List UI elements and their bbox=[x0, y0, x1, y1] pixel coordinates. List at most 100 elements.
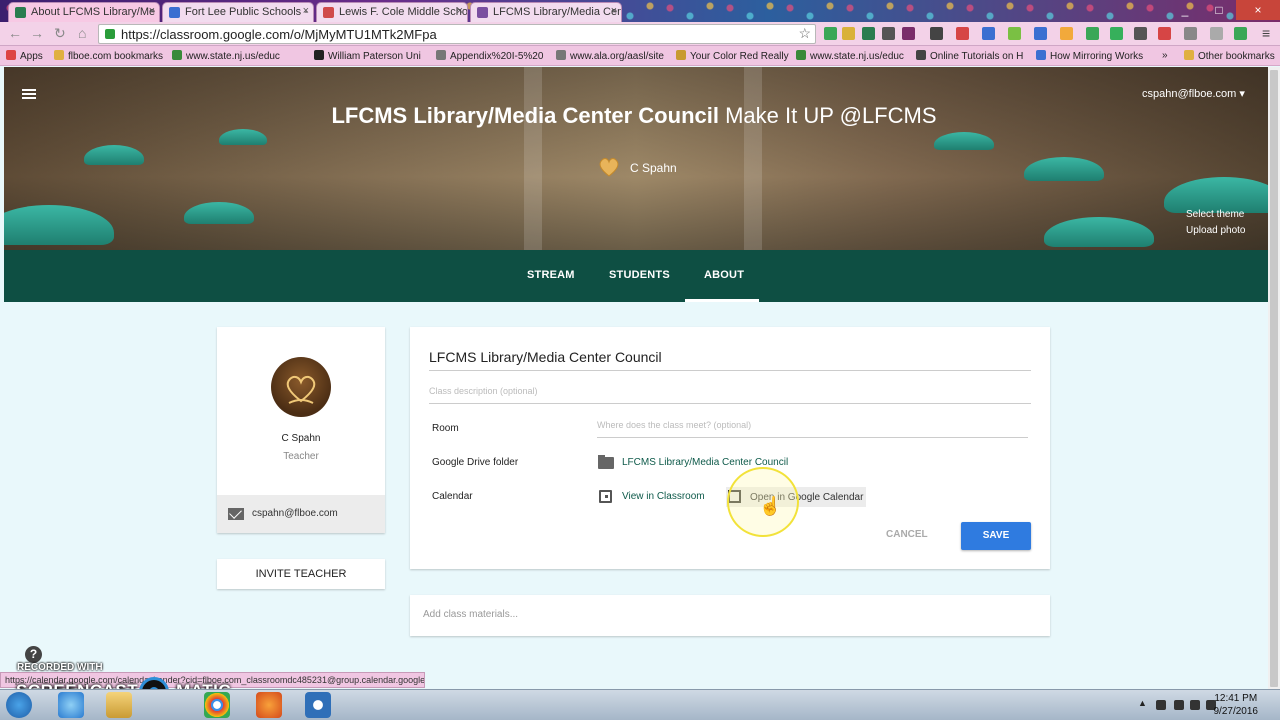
folder-icon bbox=[1184, 50, 1194, 60]
chrome-taskbar-icon[interactable] bbox=[204, 692, 230, 718]
tray-network-icon[interactable] bbox=[1190, 700, 1200, 710]
extension-icon[interactable] bbox=[824, 27, 837, 40]
bookmark-link[interactable]: www.state.nj.us/educ bbox=[172, 50, 280, 62]
browser-tab-fort-lee[interactable]: Fort Lee Public Schools - × bbox=[162, 2, 314, 22]
page-icon bbox=[556, 50, 566, 60]
class-name-field[interactable]: LFCMS Library/Media Center Council bbox=[429, 349, 1031, 371]
bookmark-link[interactable]: Appendix%20I-5%20 bbox=[436, 50, 543, 62]
maximize-button[interactable]: □ bbox=[1202, 0, 1236, 20]
minimize-button[interactable]: _ bbox=[1168, 0, 1202, 20]
file-explorer-icon[interactable] bbox=[106, 692, 132, 718]
profile-email-row[interactable]: cspahn@flboe.com bbox=[217, 495, 385, 533]
bookmark-folder[interactable]: flboe.com bookmarks bbox=[54, 50, 163, 62]
theme-actions: Select theme Upload photo bbox=[1186, 207, 1246, 239]
extension-icon[interactable] bbox=[982, 27, 995, 40]
page-icon bbox=[1036, 50, 1046, 60]
bookmark-link[interactable]: Online Tutorials on H bbox=[916, 50, 1023, 62]
banner-decor bbox=[184, 202, 254, 224]
bookmark-link[interactable]: How Mirroring Works bbox=[1036, 50, 1143, 62]
profile-name: C Spahn bbox=[281, 433, 321, 444]
room-field[interactable]: Where does the class meet? (optional) bbox=[597, 420, 1028, 438]
tab-about[interactable]: ABOUT bbox=[704, 269, 744, 281]
folder-icon bbox=[598, 455, 614, 469]
cancel-button[interactable]: CANCEL bbox=[886, 529, 928, 540]
upload-photo-link[interactable]: Upload photo bbox=[1186, 223, 1246, 239]
tray-flag-icon[interactable] bbox=[1156, 700, 1166, 710]
mail-icon bbox=[228, 508, 244, 520]
start-button-icon[interactable] bbox=[6, 692, 32, 718]
extension-icon[interactable] bbox=[1134, 27, 1147, 40]
extension-icon[interactable] bbox=[1184, 27, 1197, 40]
materials-placeholder: Add class materials... bbox=[423, 609, 519, 620]
hamburger-menu-icon[interactable] bbox=[22, 89, 36, 99]
extension-icon[interactable] bbox=[1060, 27, 1073, 40]
profile-role: Teacher bbox=[283, 451, 319, 462]
extension-icon[interactable] bbox=[902, 27, 915, 40]
windows-taskbar: ▲ 12:41 PM 9/27/2016 bbox=[0, 689, 1280, 720]
teacher-profile-card: C Spahn Teacher cspahn@flboe.com bbox=[217, 327, 385, 533]
extension-icon[interactable] bbox=[1110, 27, 1123, 40]
bookmark-link[interactable]: Your Color Red Really bbox=[676, 50, 789, 62]
bookmark-link[interactable]: www.ala.org/aasl/site bbox=[556, 50, 664, 62]
select-theme-link[interactable]: Select theme bbox=[1186, 207, 1246, 223]
view-in-classroom-link[interactable]: View in Classroom bbox=[622, 491, 705, 502]
bookmark-link[interactable]: www.state.nj.us/educ bbox=[796, 50, 904, 62]
close-window-button[interactable]: × bbox=[1236, 0, 1280, 20]
banner-decor bbox=[84, 145, 144, 165]
account-menu[interactable]: cspahn@flboe.com ▾ bbox=[1142, 87, 1245, 100]
extension-icon[interactable] bbox=[862, 27, 875, 40]
tab-close-icon[interactable]: × bbox=[611, 5, 617, 17]
firefox-icon[interactable] bbox=[256, 692, 282, 718]
save-button[interactable]: SAVE bbox=[961, 522, 1031, 550]
browser-tab-about[interactable]: About LFCMS Library/Me × bbox=[8, 2, 160, 22]
bookmark-apps[interactable]: Apps bbox=[6, 50, 43, 62]
chrome-menu-icon[interactable]: ≡ bbox=[1262, 25, 1270, 41]
teacher-avatar bbox=[271, 357, 331, 417]
help-icon[interactable]: ? bbox=[25, 646, 42, 663]
extension-icon[interactable] bbox=[842, 27, 855, 40]
reload-icon[interactable]: ↻ bbox=[54, 25, 66, 42]
bookmark-link[interactable]: William Paterson Uni bbox=[314, 50, 421, 62]
extension-icon[interactable] bbox=[1034, 27, 1047, 40]
bookmarks-overflow[interactable]: » bbox=[1162, 50, 1168, 61]
banner-decor bbox=[934, 132, 994, 150]
forward-icon[interactable]: → bbox=[30, 25, 44, 41]
class-materials-card[interactable]: Add class materials... bbox=[410, 595, 1050, 636]
internet-explorer-icon[interactable] bbox=[58, 692, 84, 718]
bookmarks-bar: Apps flboe.com bookmarks www.state.nj.us… bbox=[0, 46, 1280, 66]
tray-display-icon[interactable] bbox=[1174, 700, 1184, 710]
extension-icon[interactable] bbox=[1210, 27, 1223, 40]
extension-icon[interactable] bbox=[1234, 27, 1247, 40]
tab-students[interactable]: STUDENTS bbox=[609, 269, 670, 281]
extension-icon[interactable] bbox=[1158, 27, 1171, 40]
active-tab-indicator bbox=[685, 299, 759, 302]
extension-icon[interactable] bbox=[930, 27, 943, 40]
scrollbar-thumb[interactable] bbox=[1270, 70, 1278, 687]
extension-icon[interactable] bbox=[956, 27, 969, 40]
invite-teacher-button[interactable]: INVITE TEACHER bbox=[217, 559, 385, 589]
browser-tab-strip: About LFCMS Library/Me × Fort Lee Public… bbox=[0, 0, 1280, 22]
home-icon[interactable]: ⌂ bbox=[78, 25, 86, 41]
extension-icon[interactable] bbox=[1008, 27, 1021, 40]
url-text: https://classroom.google.com/o/MjMyMTU1M… bbox=[121, 27, 437, 42]
browser-tab-lfcms[interactable]: LFCMS Library/Media Cen × bbox=[470, 2, 622, 22]
tab-close-icon[interactable]: × bbox=[149, 5, 155, 17]
tab-stream[interactable]: STREAM bbox=[527, 269, 575, 281]
class-section: Make It UP @LFCMS bbox=[725, 103, 937, 128]
browser-tab-lewis-cole[interactable]: Lewis F. Cole Middle Scho × bbox=[316, 2, 468, 22]
profile-email[interactable]: cspahn@flboe.com bbox=[252, 508, 338, 519]
bookmark-star-icon[interactable]: ☆ bbox=[798, 25, 811, 42]
extension-icon[interactable] bbox=[1086, 27, 1099, 40]
screencast-taskbar-icon[interactable] bbox=[305, 692, 331, 718]
address-bar[interactable]: https://classroom.google.com/o/MjMyMTU1M… bbox=[98, 24, 816, 44]
tray-expand-icon[interactable]: ▲ bbox=[1138, 698, 1148, 708]
back-icon[interactable]: ← bbox=[8, 25, 22, 41]
bookmark-other[interactable]: Other bookmarks bbox=[1184, 50, 1275, 62]
extension-icon[interactable] bbox=[882, 27, 895, 40]
teacher-heart-icon bbox=[599, 158, 619, 177]
tab-close-icon[interactable]: × bbox=[303, 5, 309, 17]
class-description-field[interactable]: Class description (optional) bbox=[429, 386, 1031, 404]
system-clock[interactable]: 12:41 PM 9/27/2016 bbox=[1214, 692, 1259, 718]
lock-icon bbox=[105, 29, 115, 39]
tab-close-icon[interactable]: × bbox=[457, 5, 463, 17]
